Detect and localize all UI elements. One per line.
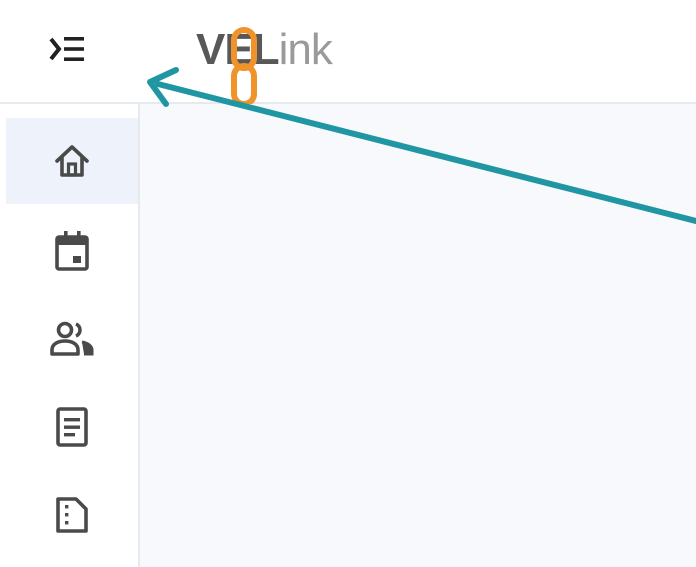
menu-open-icon: [49, 37, 84, 61]
sidebar-item-users[interactable]: [6, 296, 138, 382]
chain-link-icon: [231, 27, 257, 107]
calendar-icon: [55, 231, 89, 271]
logo-letter-v: V: [196, 25, 225, 74]
home-icon: [55, 145, 89, 177]
velink-logo: V E L ink: [196, 8, 333, 107]
top-bar: V E L ink: [0, 0, 696, 107]
file-icon: [56, 497, 88, 533]
sidebar: [6, 104, 140, 567]
main-content-area: [140, 104, 696, 567]
document-icon: [56, 407, 88, 447]
menu-toggle-button[interactable]: [36, 26, 94, 72]
app-window: V E L ink: [0, 0, 696, 567]
sidebar-item-calendar[interactable]: [6, 208, 138, 294]
users-icon: [50, 321, 94, 356]
logo-rest: ink: [278, 25, 333, 74]
sidebar-item-home[interactable]: [6, 118, 138, 204]
sidebar-item-files[interactable]: [6, 472, 138, 558]
sidebar-item-documents[interactable]: [6, 384, 138, 470]
